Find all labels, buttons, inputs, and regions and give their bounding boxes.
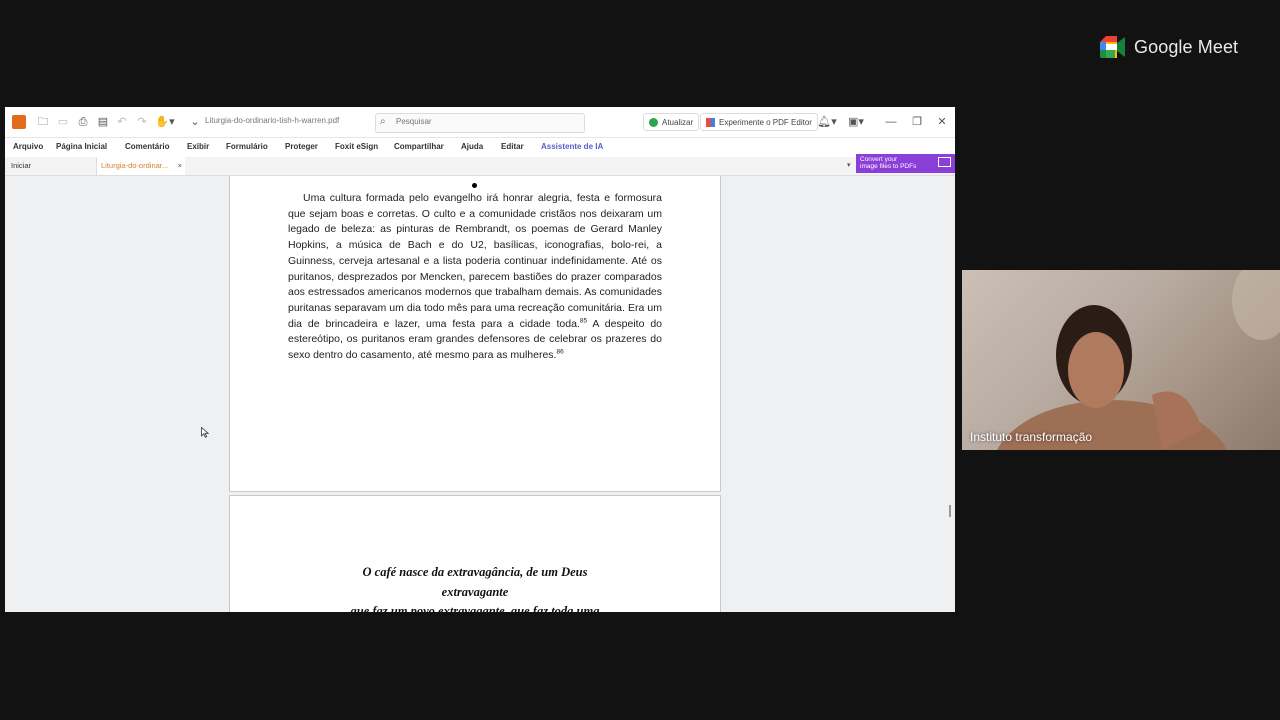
menu-bar: Arquivo Página Inicial Comentário Exibir… [5,138,955,156]
search-box[interactable]: ⌕ [375,113,585,133]
menu-foxit-esign[interactable]: Foxit eSign [335,142,378,151]
menu-assistente-ia[interactable]: Assistente de IA [541,142,603,151]
menu-ajuda[interactable]: Ajuda [461,142,483,151]
pdf-editor-window: 🗀 ▭ ⎙ ▤ ↶ ↷ ✋▾ ⌄ Liturgia-do-ordinario-t… [5,107,955,612]
image-file-icon [938,157,951,167]
document-viewer[interactable]: Uma cultura formada pelo evangelho irá h… [227,176,955,612]
export-icon[interactable]: ▤ [96,115,110,129]
quote-line: O café nasce da extravagância, de um Deu… [362,565,588,579]
update-label: Atualizar [662,117,694,127]
menu-comentario[interactable]: Comentário [125,142,169,151]
convert-banner-line2: image files to PDFs [860,163,917,170]
try-pdf-editor-button[interactable]: Experimente o PDF Editor [700,113,818,131]
update-icon [649,117,658,127]
menu-editar[interactable]: Editar [501,142,524,151]
quote-line: extravagante [441,584,509,599]
redo-icon[interactable]: ↷ [135,115,149,129]
navigation-pane [5,176,227,612]
menu-arquivo[interactable]: Arquivo [13,142,43,151]
menu-pagina-inicial[interactable]: Página Inicial [56,142,107,151]
search-input[interactable] [396,117,576,126]
footnote-ref-85[interactable]: 85 [580,317,587,324]
update-button[interactable]: Atualizar [643,113,700,131]
print-icon[interactable]: ⎙ [76,115,90,129]
pdf-page: Uma cultura formada pelo evangelho irá h… [229,176,721,492]
menu-formulario[interactable]: Formulário [226,142,268,151]
participant-video [997,270,1280,450]
tab-iniciar-label: Iniciar [11,161,32,170]
try-pdf-editor-label: Experimente o PDF Editor [719,117,812,127]
restore-icon[interactable]: ❐ [910,115,924,129]
dropdown-chevron-icon[interactable]: ⌄ [188,115,202,129]
theme-icon[interactable]: ▣▾ [845,115,867,129]
menu-compartilhar[interactable]: Compartilhar [394,142,444,151]
participant-video-tile[interactable]: Instituto transformação [962,270,1280,450]
mouse-cursor-icon [201,425,210,438]
menu-proteger[interactable]: Proteger [285,142,318,151]
minimize-icon[interactable]: — [884,115,898,129]
epigraph-quote: O café nasce da extravagância, de um Deu… [230,563,720,612]
title-bar: 🗀 ▭ ⎙ ▤ ↶ ↷ ✋▾ ⌄ Liturgia-do-ordinario-t… [5,107,955,138]
convert-banner-line1: Convert your [860,156,898,163]
bullet-mark [472,183,477,188]
vertical-scrollbar-thumb[interactable] [949,505,951,517]
pdf-editor-icon [706,117,715,127]
pdf-page: O café nasce da extravagância, de um Deu… [229,495,721,612]
footnote-ref-86[interactable]: 86 [556,349,563,356]
paragraph-part-1: Uma cultura formada pelo evangelho irá h… [288,192,662,330]
participant-name: Instituto transformação [970,430,1093,444]
google-meet-brand: Google Meet [1100,35,1238,59]
tab-close-icon[interactable]: × [178,157,182,175]
close-icon[interactable]: ✕ [935,115,949,129]
undo-icon[interactable]: ↶ [115,115,129,129]
quote-line: que faz um povo extravagante, que faz to… [350,604,600,612]
google-meet-icon [1100,36,1126,58]
hand-tool-icon[interactable]: ✋▾ [155,115,175,129]
document-tab-bar: Iniciar Liturgia-do-ordinar... × ▾ [5,157,955,176]
convert-banner[interactable]: Convert your image files to PDFs [856,154,955,173]
tab-iniciar[interactable]: Iniciar [5,157,97,175]
tab-document-label: Liturgia-do-ordinar... [101,161,169,170]
page-body-text: Uma cultura formada pelo evangelho irá h… [288,191,662,364]
google-meet-title: Google Meet [1134,36,1239,57]
save-icon[interactable]: ▭ [56,115,70,129]
document-file-name: Liturgia-do-ordinario-tish-h-warren.pdf [205,116,340,125]
tab-list-chevron-icon[interactable]: ▾ [847,157,851,175]
foxit-logo-icon [12,115,26,129]
menu-exibir[interactable]: Exibir [187,142,209,151]
open-folder-icon[interactable]: 🗀 [36,115,50,129]
tab-document[interactable]: Liturgia-do-ordinar... × [97,157,185,175]
search-icon: ⌕ [380,116,386,127]
notification-bell-icon[interactable]: 🔔︎▾ [816,115,838,129]
